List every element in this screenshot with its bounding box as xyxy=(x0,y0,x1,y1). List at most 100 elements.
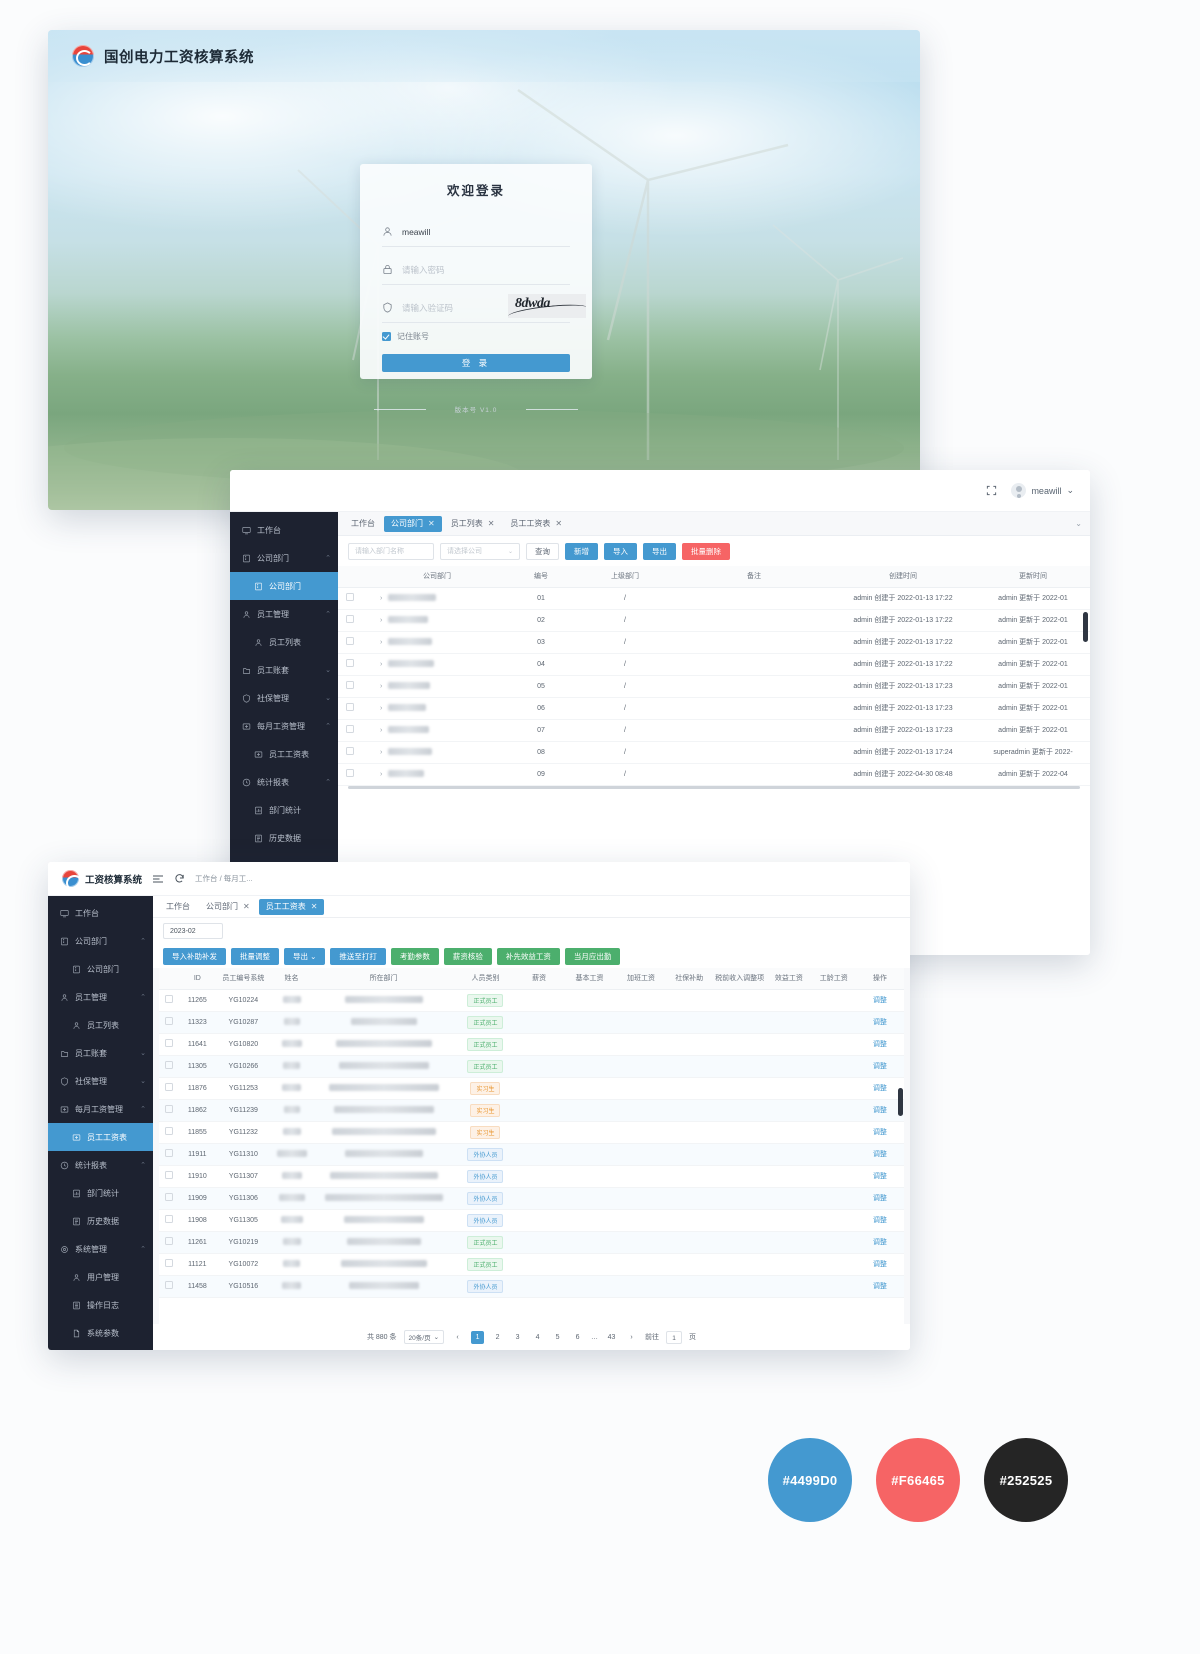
row-checkbox[interactable] xyxy=(346,593,354,601)
row-checkbox[interactable] xyxy=(164,1061,173,1069)
row-checkbox-cell[interactable] xyxy=(159,1033,179,1056)
export-button[interactable]: 导出 xyxy=(643,542,676,560)
login-button[interactable]: 登 录 xyxy=(382,354,570,372)
expand-icon[interactable]: › xyxy=(380,595,382,602)
dept-sidebar-item-10[interactable]: 部门统计 xyxy=(230,796,338,824)
month-picker[interactable]: 2023-02 xyxy=(163,923,223,939)
row-checkbox-cell[interactable] xyxy=(159,1209,179,1232)
row-checkbox[interactable] xyxy=(346,747,354,755)
expand-icon[interactable]: › xyxy=(380,639,382,646)
row-checkbox-cell[interactable] xyxy=(338,763,362,786)
expand-icon[interactable]: › xyxy=(380,727,382,734)
row-checkbox[interactable] xyxy=(164,1149,173,1157)
adjust-link[interactable]: 调整 xyxy=(873,1063,887,1070)
row-checkbox[interactable] xyxy=(164,1193,173,1201)
row-checkbox-cell[interactable] xyxy=(159,1231,179,1254)
dept-sidebar-item-2[interactable]: 公司部门 xyxy=(230,572,338,600)
expand-icon[interactable]: › xyxy=(380,661,382,668)
dept-tab-3[interactable]: 员工工资表 ✕ xyxy=(503,516,569,532)
page-button-3[interactable]: 3 xyxy=(511,1331,524,1344)
salary-sidebar-item-6[interactable]: 社保管理 ⌄ xyxy=(48,1067,153,1095)
row-checkbox[interactable] xyxy=(164,1017,173,1025)
page-button-5[interactable]: 5 xyxy=(551,1331,564,1344)
dept-sidebar-item-5[interactable]: 员工账套 ⌄ xyxy=(230,656,338,684)
adjust-link[interactable]: 调整 xyxy=(873,1195,887,1202)
goto-page-input[interactable]: 1 xyxy=(666,1330,683,1344)
row-checkbox[interactable] xyxy=(164,1083,173,1091)
page-button-2[interactable]: 2 xyxy=(491,1331,504,1344)
salary-sidebar-item-10[interactable]: 部门统计 xyxy=(48,1179,153,1207)
table-row[interactable]: 11323 YG10287 正式员工 调整 xyxy=(159,1011,904,1034)
dept-tab-1[interactable]: 公司部门 ✕ xyxy=(384,515,442,532)
row-checkbox-cell[interactable] xyxy=(159,1187,179,1210)
close-icon[interactable]: ✕ xyxy=(311,902,318,911)
dept-sidebar-item-7[interactable]: 每月工资管理 ⌃ xyxy=(230,712,338,740)
close-icon[interactable]: ✕ xyxy=(428,519,435,528)
row-checkbox-cell[interactable] xyxy=(338,697,362,720)
table-row[interactable]: › 03 / admin 创建于 2022-01-13 17:22 admin … xyxy=(338,631,1090,654)
fullscreen-icon[interactable] xyxy=(986,485,997,496)
add-button[interactable]: 新增 xyxy=(565,542,598,560)
table-row[interactable]: 11911 YG11310 外协人员 调整 xyxy=(159,1143,904,1166)
row-checkbox-cell[interactable] xyxy=(338,675,362,698)
row-checkbox[interactable] xyxy=(164,1171,173,1179)
salary-sidebar-item-3[interactable]: 员工管理 ⌃ xyxy=(48,983,153,1011)
table-row[interactable]: 11910 YG11307 外协人员 调整 xyxy=(159,1165,904,1188)
salary-action-button-0[interactable]: 导入补助补发 xyxy=(163,947,226,965)
salary-sidebar-item-11[interactable]: 历史数据 xyxy=(48,1207,153,1235)
table-row[interactable]: › 04 / admin 创建于 2022-01-13 17:22 admin … xyxy=(338,653,1090,676)
salary-action-button-1[interactable]: 批量调整 xyxy=(231,947,279,965)
tabbar-collapse-icon[interactable]: ⌄ xyxy=(1075,519,1082,528)
username-input[interactable] xyxy=(402,226,570,237)
adjust-link[interactable]: 调整 xyxy=(873,1129,887,1136)
row-checkbox[interactable] xyxy=(164,1039,173,1047)
salary-tab-2[interactable]: 员工工资表 ✕ xyxy=(258,898,325,915)
row-checkbox-cell[interactable] xyxy=(159,1099,179,1122)
adjust-link[interactable]: 调整 xyxy=(873,1261,887,1268)
password-input[interactable] xyxy=(402,264,570,275)
row-checkbox-cell[interactable] xyxy=(159,1143,179,1166)
salary-action-button-2[interactable]: 导出 ⌄ xyxy=(284,947,326,965)
adjust-link[interactable]: 调整 xyxy=(873,1173,887,1180)
company-select[interactable]: 请选择公司 ⌄ xyxy=(440,542,520,560)
salary-action-button-5[interactable]: 薪资核验 xyxy=(443,947,492,965)
import-button[interactable]: 导入 xyxy=(604,542,637,560)
dept-tab-0[interactable]: 工作台 xyxy=(344,516,382,532)
dept-sidebar-item-3[interactable]: 员工管理 ⌃ xyxy=(230,600,338,628)
row-checkbox-cell[interactable] xyxy=(159,1055,179,1078)
captcha-image[interactable]: 8dwda xyxy=(508,294,586,318)
row-checkbox[interactable] xyxy=(346,703,354,711)
expand-icon[interactable]: › xyxy=(380,705,382,712)
salary-action-button-4[interactable]: 考勤参数 xyxy=(390,947,439,965)
row-checkbox[interactable] xyxy=(164,1215,173,1223)
close-icon[interactable]: ✕ xyxy=(243,902,250,911)
table-row[interactable]: › 07 / admin 创建于 2022-01-13 17:23 admin … xyxy=(338,719,1090,742)
salary-sidebar-item-12[interactable]: 系统管理 ⌃ xyxy=(48,1235,153,1263)
remember-account-row[interactable]: 记住账号 xyxy=(382,331,570,342)
row-checkbox[interactable] xyxy=(346,681,354,689)
row-checkbox-cell[interactable] xyxy=(338,631,362,654)
row-checkbox-cell[interactable] xyxy=(338,741,362,764)
row-checkbox[interactable] xyxy=(346,769,354,777)
row-checkbox[interactable] xyxy=(346,637,354,645)
table-row[interactable]: 11862 YG11239 实习生 调整 xyxy=(159,1099,904,1122)
row-checkbox-cell[interactable] xyxy=(338,609,362,632)
query-button[interactable]: 查询 xyxy=(526,542,559,560)
salary-sidebar-item-15[interactable]: 系统参数 xyxy=(48,1319,153,1347)
dept-sidebar-item-9[interactable]: 统计报表 ⌃ xyxy=(230,768,338,796)
page-button-1[interactable]: 1 xyxy=(471,1330,485,1344)
row-checkbox[interactable] xyxy=(164,995,173,1003)
row-checkbox-cell[interactable] xyxy=(159,1275,179,1298)
dept-sidebar-item-11[interactable]: 历史数据 xyxy=(230,824,338,852)
row-checkbox-cell[interactable] xyxy=(159,1253,179,1276)
salary-sidebar-item-13[interactable]: 用户管理 xyxy=(48,1263,153,1291)
row-checkbox[interactable] xyxy=(346,659,354,667)
expand-icon[interactable]: › xyxy=(380,617,382,624)
dept-sidebar-item-4[interactable]: 员工列表 xyxy=(230,628,338,656)
row-checkbox-cell[interactable] xyxy=(159,989,179,1012)
salary-action-button-6[interactable]: 补先效益工资 xyxy=(496,947,560,965)
table-row[interactable]: › 05 / admin 创建于 2022-01-13 17:23 admin … xyxy=(338,675,1090,698)
row-checkbox-cell[interactable] xyxy=(159,1077,179,1100)
adjust-link[interactable]: 调整 xyxy=(873,1239,887,1246)
table-row[interactable]: 11261 YG10219 正式员工 调整 xyxy=(159,1231,904,1254)
